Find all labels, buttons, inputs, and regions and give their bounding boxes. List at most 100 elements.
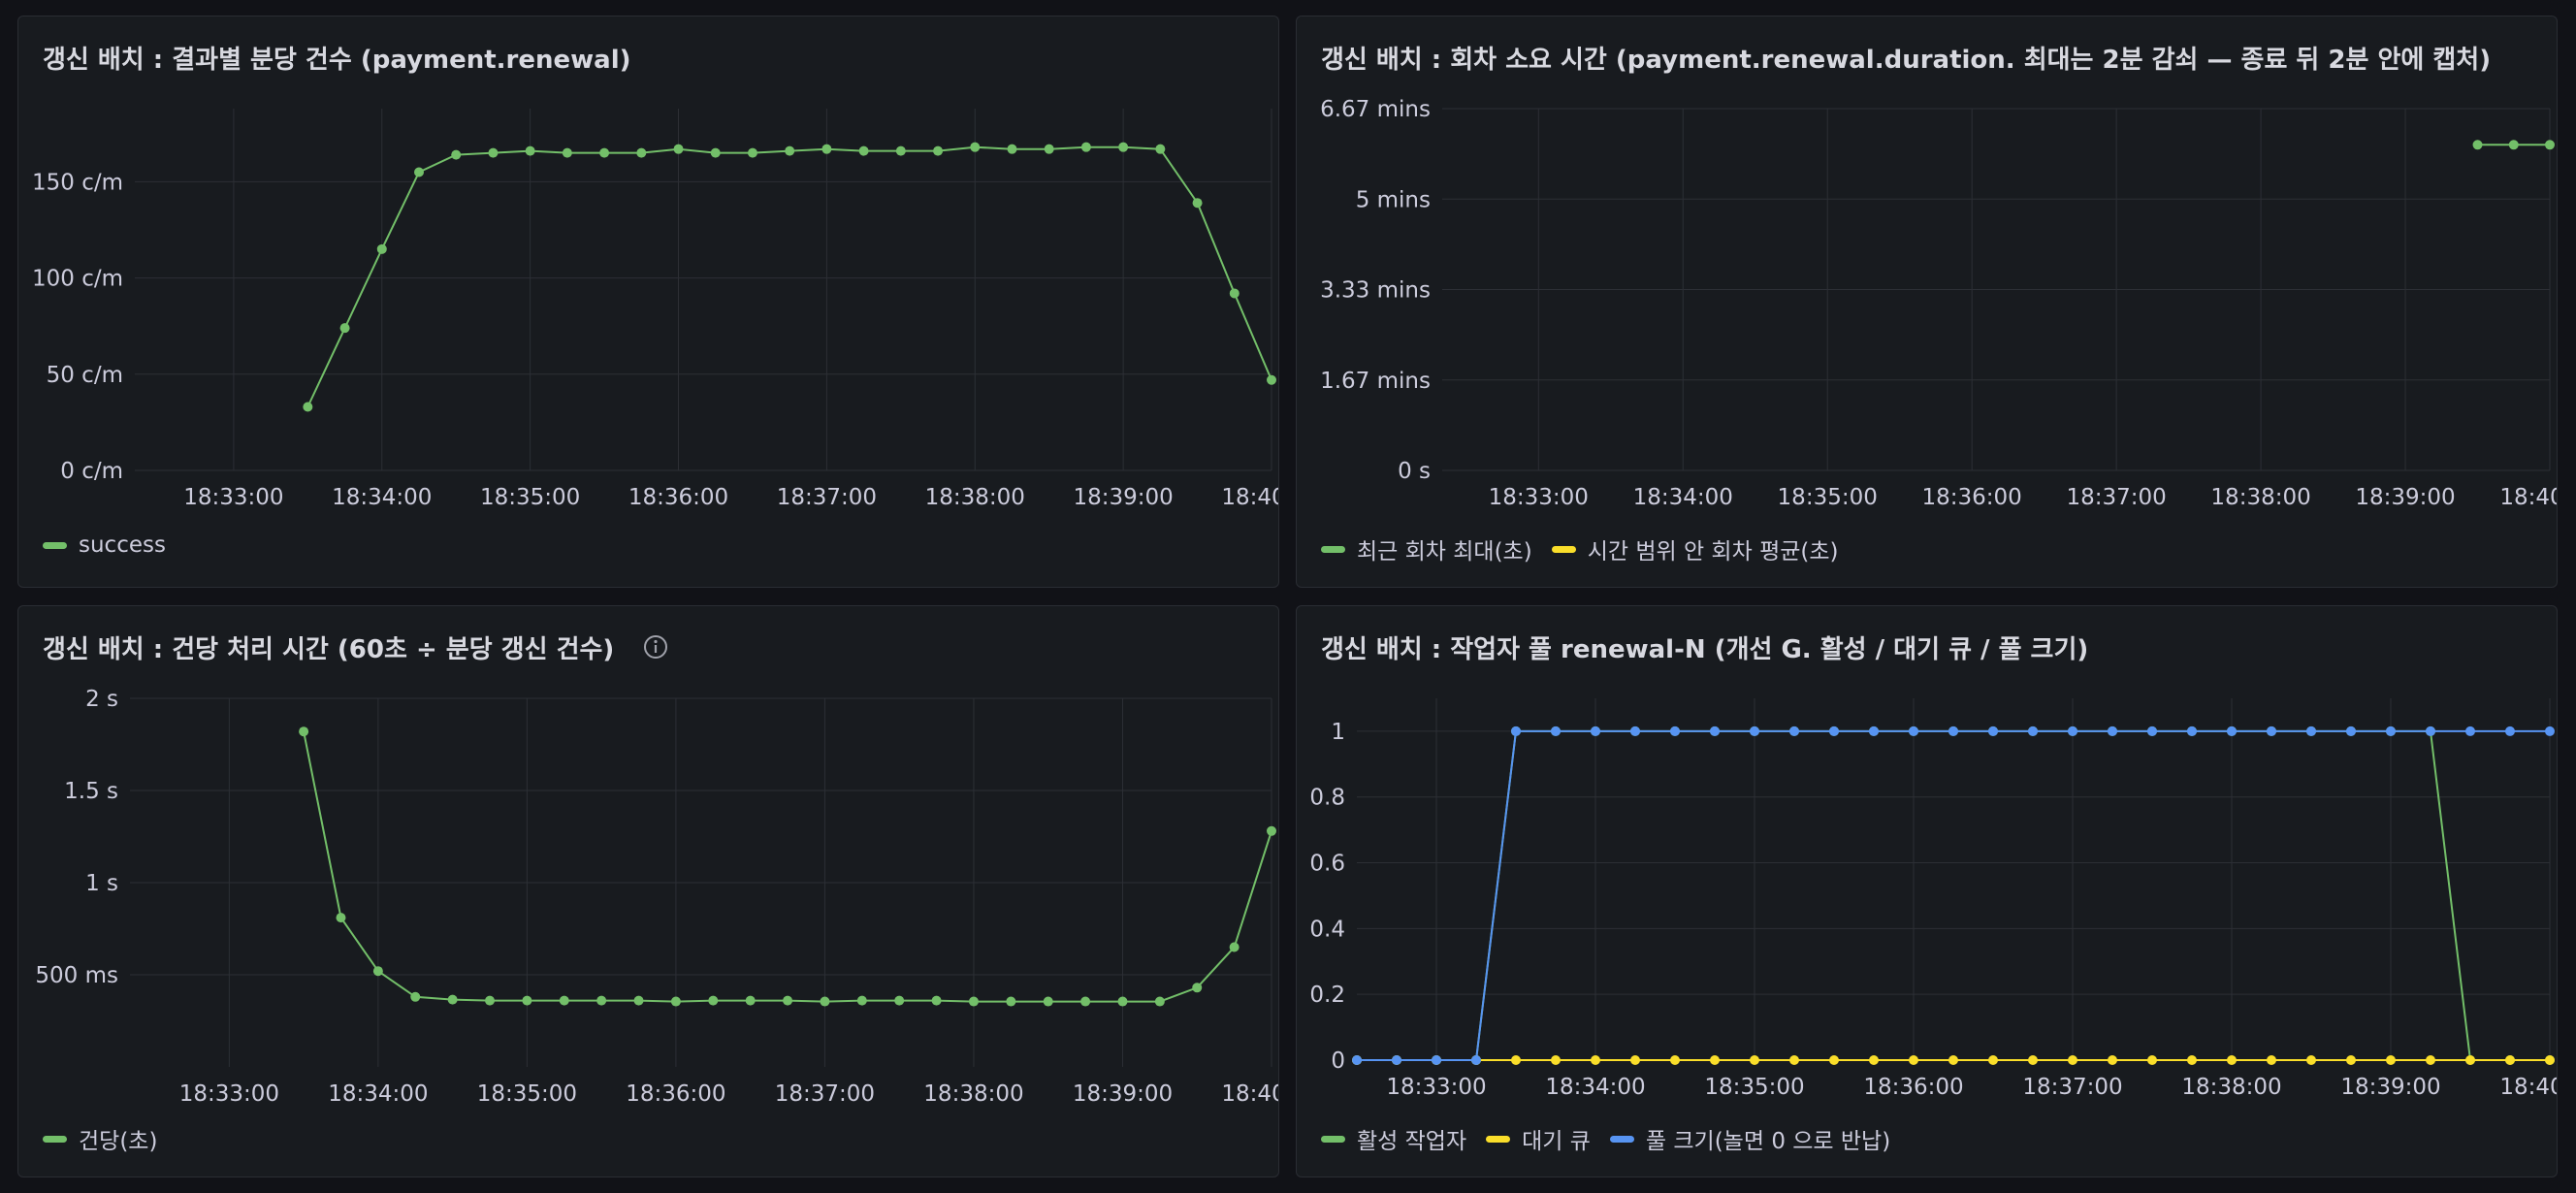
data-point	[1988, 1055, 1998, 1065]
data-point	[970, 142, 981, 152]
legend: 건당(초)	[43, 1122, 157, 1155]
data-point	[2545, 1055, 2555, 1065]
data-point	[745, 995, 756, 1006]
data-point	[303, 402, 313, 412]
data-point	[2545, 140, 2555, 150]
data-point	[2108, 1055, 2117, 1065]
data-point	[1080, 142, 1091, 152]
legend-swatch	[1321, 545, 1345, 553]
data-point	[559, 995, 569, 1006]
data-point	[670, 996, 681, 1007]
panel-per-item-time[interactable]: 갱신 배치 : 건당 처리 시간 (60초 ÷ 분당 갱신 건수) 500 ms…	[17, 605, 1279, 1177]
data-point	[1670, 1055, 1680, 1065]
legend-label: 시간 범위 안 회차 평균(초)	[1587, 539, 1839, 564]
panel-worker-pool[interactable]: 갱신 배치 : 작업자 풀 renewal-N (개선 G. 활성 / 대기 큐…	[1296, 605, 2558, 1177]
data-point	[2386, 725, 2396, 736]
data-point	[858, 145, 869, 156]
x-tick-label: 18:35:00	[480, 485, 580, 510]
data-point	[2227, 1055, 2237, 1065]
y-tick-label: 0 s	[1398, 459, 1431, 484]
legend-item[interactable]: 활성 작업자	[1321, 1122, 1466, 1155]
data-point	[2505, 1055, 2515, 1065]
data-point	[2472, 140, 2483, 150]
series-line	[1357, 729, 2550, 1061]
data-point	[1909, 725, 1918, 736]
data-point	[1471, 1055, 1481, 1065]
data-point	[522, 995, 532, 1006]
legend-item[interactable]: 대기 큐	[1486, 1122, 1591, 1155]
data-point	[1229, 942, 1240, 952]
data-point	[414, 167, 424, 177]
y-tick-label: 2 s	[85, 687, 118, 712]
data-point	[933, 145, 944, 156]
series-line	[1357, 729, 2550, 1061]
data-point	[2147, 725, 2157, 736]
x-tick-label: 18:37:00	[777, 485, 877, 510]
series-line	[303, 731, 1272, 1003]
data-point	[747, 147, 757, 158]
data-point	[1192, 198, 1203, 209]
data-point	[1044, 144, 1054, 154]
y-tick-label: 100 c/m	[32, 267, 123, 292]
data-point	[1710, 725, 1720, 736]
legend-item[interactable]: 최근 회차 최대(초)	[1321, 532, 1532, 565]
x-tick-label: 18:36:00	[628, 485, 728, 510]
data-point	[1432, 1055, 1441, 1065]
data-point	[895, 145, 906, 156]
data-point	[1118, 142, 1129, 152]
data-point	[2028, 725, 2038, 736]
data-point	[376, 243, 387, 254]
data-point	[2545, 725, 2555, 736]
chart-worker-pool: 0 0.2 0.4 0.6 0.8 1 18:33:00 18:34:00 18:35:00 18…	[1309, 698, 2558, 1100]
data-point	[372, 966, 383, 977]
x-tick-label: 18:38:00	[923, 1081, 1023, 1107]
x-tick-label: 18:33:00	[1489, 485, 1589, 510]
data-point	[2187, 1055, 2197, 1065]
data-point	[2147, 1055, 2157, 1065]
legend-item[interactable]: 시간 범위 안 회차 평균(초)	[1551, 532, 1839, 565]
data-point	[2306, 1055, 2316, 1065]
x-tick-label: 18:36:00	[626, 1081, 725, 1107]
data-point	[447, 994, 458, 1005]
x-tick-label: 18:34:00	[328, 1081, 428, 1107]
legend-label: 건당(초)	[79, 1129, 158, 1154]
x-tick-label: 18:37:00	[2022, 1075, 2122, 1100]
x-tick-label: 18:35:00	[477, 1081, 577, 1107]
data-point	[2068, 725, 2077, 736]
data-point	[2306, 725, 2316, 736]
x-tick-label: 18:39:00	[1073, 1081, 1173, 1107]
data-point	[894, 995, 905, 1006]
data-point	[2227, 725, 2237, 736]
data-point	[2267, 1055, 2276, 1065]
legend-item[interactable]: success	[43, 532, 166, 558]
panel-renewal-count[interactable]: 갱신 배치 : 결과별 분당 건수 (payment.renewal) 0 c/…	[17, 16, 1279, 588]
data-point	[451, 149, 462, 160]
x-tick-label: 18:34:00	[1545, 1075, 1645, 1100]
data-point	[636, 147, 647, 158]
x-tick-label: 18:40:00	[1221, 485, 1279, 510]
data-point	[1080, 996, 1091, 1007]
data-point	[2426, 1055, 2435, 1065]
chart-renewal-duration: 0 s 1.67 mins 3.33 mins 5 mins 6.67 mins 18:3…	[1320, 97, 2557, 510]
data-point	[1630, 1055, 1640, 1065]
data-point	[1007, 144, 1017, 154]
y-tick-label: 0	[1331, 1048, 1345, 1074]
data-point	[1591, 1055, 1600, 1065]
data-point	[410, 991, 421, 1002]
data-point	[1829, 1055, 1839, 1065]
y-tick-label: 0.8	[1309, 786, 1345, 811]
legend-item[interactable]: 풀 크기(놀면 0 으로 반납)	[1609, 1122, 1890, 1155]
legend-item[interactable]: 건당(초)	[43, 1122, 157, 1155]
data-point	[1710, 1055, 1720, 1065]
data-point	[1154, 996, 1165, 1007]
data-point	[1869, 1055, 1879, 1065]
y-tick-label: 5 mins	[1356, 187, 1431, 212]
x-tick-label: 18:40:00	[2499, 1075, 2558, 1100]
data-point	[1043, 996, 1053, 1007]
data-point	[1551, 725, 1561, 736]
panel-renewal-duration[interactable]: 갱신 배치 : 회차 소요 시간 (payment.renewal.durati…	[1296, 16, 2558, 588]
y-tick-label: 6.67 mins	[1320, 97, 1431, 122]
legend-swatch	[1486, 1135, 1511, 1143]
data-point	[1591, 725, 1600, 736]
data-point	[633, 995, 644, 1006]
